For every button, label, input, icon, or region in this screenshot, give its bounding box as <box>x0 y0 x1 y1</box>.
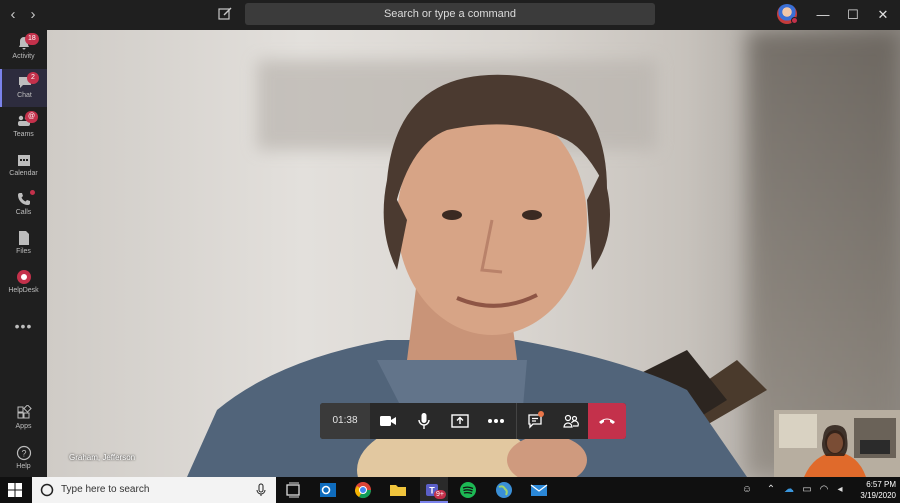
self-view-video[interactable] <box>774 410 900 477</box>
hang-up-button[interactable] <box>588 403 626 439</box>
participants-icon <box>563 414 579 428</box>
taskbar-teams-app[interactable]: T 9+ <box>420 477 448 503</box>
taskbar-search-box[interactable]: Type here to search <box>32 477 276 503</box>
onedrive-icon[interactable]: ☁ <box>782 483 796 497</box>
teams-notification-badge: 9+ <box>434 490 446 499</box>
clock-time: 6:57 PM <box>866 480 896 489</box>
rail-item-apps[interactable]: Apps <box>0 400 47 438</box>
wifi-icon[interactable]: ◠ <box>817 483 831 497</box>
camera-icon <box>380 416 396 426</box>
task-view-icon[interactable] <box>283 480 303 500</box>
windows-start-icon[interactable] <box>8 483 22 497</box>
compose-icon[interactable] <box>217 6 233 22</box>
rail-item-help[interactable]: ? Help <box>0 440 47 478</box>
file-icon <box>18 231 29 245</box>
rail-label: HelpDesk <box>8 287 39 294</box>
rail-label: Activity <box>12 53 35 60</box>
rail-label: Help <box>16 463 31 470</box>
call-control-bar: 01:38 <box>320 403 626 439</box>
phone-icon <box>17 193 30 205</box>
show-participants-button[interactable] <box>553 403 589 439</box>
show-conversation-button[interactable] <box>517 403 553 439</box>
rail-item-calendar[interactable]: Calendar <box>0 147 47 185</box>
share-screen-icon <box>451 414 469 428</box>
globe-app-icon[interactable] <box>494 480 514 500</box>
command-search-box[interactable]: Search or type a command <box>245 3 655 25</box>
rail-item-chat[interactable]: Chat 2 <box>0 69 47 107</box>
rail-label: Calendar <box>9 170 38 177</box>
outlook-icon[interactable] <box>318 480 338 500</box>
windows-taskbar: Type here to search T 9+ ☺ ⌃ ☁ ▭ ◠ ◂ 6:5… <box>0 477 900 503</box>
system-clock[interactable]: 6:57 PM 3/19/2020 <box>842 479 896 501</box>
rail-item-files[interactable]: Files <box>0 225 47 263</box>
app-rail: Activity 18 Chat 2 Teams @ Calendar Call… <box>0 30 47 477</box>
close-button[interactable]: ✕ <box>873 5 893 25</box>
apps-icon <box>17 405 32 419</box>
more-actions-button[interactable] <box>478 403 514 439</box>
camera-button[interactable] <box>370 403 406 439</box>
notification-badge: 2 <box>27 72 39 84</box>
file-explorer-icon[interactable] <box>388 480 408 500</box>
call-timer: 01:38 <box>320 403 370 439</box>
caller-name-label: Graham, Jefferson <box>69 453 136 462</box>
minimize-button[interactable]: — <box>813 5 833 25</box>
mention-badge: @ <box>25 111 39 123</box>
self-view-feed <box>774 410 900 477</box>
rail-item-activity[interactable]: Activity 18 <box>0 30 47 68</box>
people-icon[interactable]: ☺ <box>740 483 754 497</box>
presence-busy-icon <box>791 17 798 24</box>
mail-icon[interactable] <box>529 480 549 500</box>
notification-dot <box>30 190 35 195</box>
unread-dot <box>538 411 544 417</box>
spotify-icon[interactable] <box>458 480 478 500</box>
battery-icon[interactable]: ▭ <box>800 483 814 497</box>
rail-label: Chat <box>17 92 32 99</box>
svg-text:?: ? <box>21 449 26 459</box>
rail-label: Calls <box>15 209 32 216</box>
rail-label: Teams <box>13 131 34 138</box>
back-arrow-icon[interactable]: ‹ <box>4 6 22 24</box>
forward-arrow-icon[interactable]: › <box>24 6 42 24</box>
rail-label: Files <box>16 248 31 255</box>
maximize-button[interactable]: ☐ <box>843 5 863 25</box>
show-hidden-icons-icon[interactable]: ⌃ <box>764 483 778 497</box>
help-icon: ? <box>16 445 31 461</box>
microphone-icon[interactable] <box>256 483 266 497</box>
clock-date: 3/19/2020 <box>860 491 896 500</box>
microphone-icon <box>418 413 430 429</box>
rail-item-teams[interactable]: Teams @ <box>0 108 47 146</box>
more-horizontal-icon <box>488 419 504 423</box>
rail-label: Apps <box>15 423 32 430</box>
helpdesk-icon <box>16 270 31 284</box>
share-screen-button[interactable] <box>442 403 478 439</box>
rail-item-helpdesk[interactable]: HelpDesk <box>0 264 47 302</box>
chrome-icon[interactable] <box>353 480 373 500</box>
hang-up-icon <box>599 418 615 424</box>
more-apps-icon[interactable]: ••• <box>0 318 47 334</box>
taskbar-search-placeholder: Type here to search <box>61 484 150 495</box>
cortana-icon <box>40 483 54 497</box>
rail-item-calls[interactable]: Calls <box>0 186 47 224</box>
microphone-button[interactable] <box>406 403 442 439</box>
notification-badge: 18 <box>25 33 39 45</box>
calendar-icon <box>17 155 30 166</box>
title-bar: ‹ › Search or type a command — ☐ ✕ <box>0 0 900 30</box>
